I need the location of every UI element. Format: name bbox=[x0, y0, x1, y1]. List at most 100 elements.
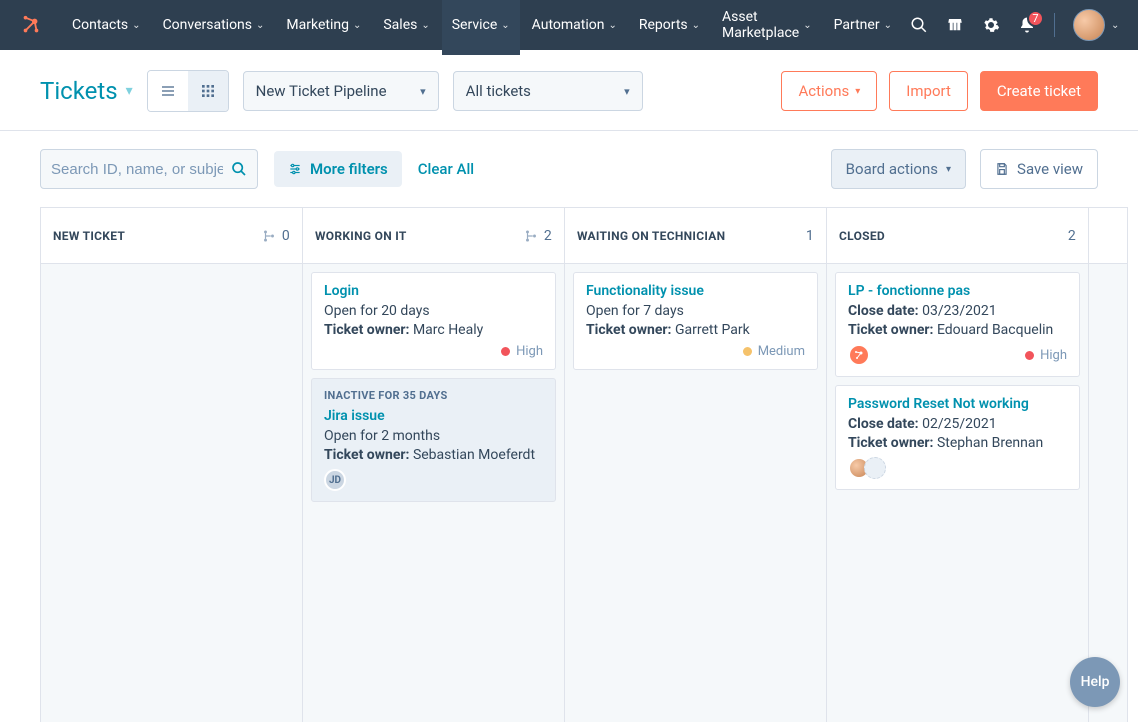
import-label: Import bbox=[906, 82, 951, 100]
board-actions-button[interactable]: Board actions ▾ bbox=[831, 149, 966, 189]
caret-down-icon: ▾ bbox=[624, 85, 630, 98]
help-button[interactable]: Help bbox=[1070, 657, 1120, 707]
column-body[interactable] bbox=[41, 264, 302, 280]
priority-high: High bbox=[501, 344, 543, 359]
ticket-owner: Ticket owner: Edouard Bacquelin bbox=[848, 322, 1067, 338]
card-footer: JD bbox=[324, 469, 543, 491]
account-menu[interactable]: ⌄ bbox=[1073, 9, 1119, 41]
ticket-owner: Ticket owner: Stephan Brennan bbox=[848, 435, 1067, 451]
nav-contacts[interactable]: Contacts ⌄ bbox=[62, 0, 151, 55]
priority-label: Medium bbox=[758, 344, 805, 359]
more-filters-button[interactable]: More filters bbox=[274, 151, 402, 187]
column-count-wrap: 0 bbox=[262, 228, 290, 244]
chevron-down-icon: ⌄ bbox=[256, 20, 264, 31]
nav-item-label: Partner bbox=[834, 17, 880, 33]
caret-down-icon: ▾ bbox=[420, 85, 426, 98]
ticket-title[interactable]: Login bbox=[324, 283, 543, 299]
view-toggle bbox=[147, 70, 229, 112]
nav-conversations[interactable]: Conversations ⌄ bbox=[153, 0, 275, 55]
nav-asset-marketplace[interactable]: Asset Marketplace⌄ bbox=[712, 0, 822, 55]
ticket-card[interactable]: LP - fonctionne pas Close date: 03/23/202… bbox=[835, 272, 1080, 377]
save-view-button[interactable]: Save view bbox=[980, 149, 1098, 189]
open-duration: Open for 2 months bbox=[324, 428, 543, 444]
nav-item-label: Marketing bbox=[286, 17, 349, 33]
ticket-title[interactable]: Password Reset Not working bbox=[848, 396, 1067, 412]
kanban-board: NEW TICKET0WORKING ON IT2LoginOpen for 2… bbox=[0, 207, 1138, 722]
board-view-button[interactable] bbox=[188, 71, 228, 111]
actions-button[interactable]: Actions ▾ bbox=[781, 71, 877, 111]
avatar-icon bbox=[864, 457, 886, 479]
ticket-card[interactable]: INACTIVE FOR 35 DAYS Jira issue Open for 2… bbox=[311, 378, 556, 502]
column-header: NEW TICKET0 bbox=[41, 208, 302, 264]
priority-dot-icon bbox=[743, 347, 752, 356]
column-body[interactable]: LoginOpen for 20 daysTicket owner: Marc … bbox=[303, 264, 564, 510]
avatar-icon bbox=[848, 344, 870, 366]
clear-all-button[interactable]: Clear All bbox=[418, 160, 474, 178]
search-icon bbox=[231, 161, 247, 177]
card-footer: High bbox=[324, 344, 543, 359]
column-body[interactable]: LP - fonctionne pas Close date: 03/23/202… bbox=[827, 264, 1088, 498]
inactive-label: INACTIVE FOR 35 DAYS bbox=[324, 389, 543, 402]
card-footer bbox=[848, 457, 1067, 479]
create-ticket-button[interactable]: Create ticket bbox=[980, 71, 1098, 111]
ticket-card[interactable]: Password Reset Not working Close date: 02… bbox=[835, 385, 1080, 490]
priority-dot-icon bbox=[501, 347, 510, 356]
column-title: WAITING ON TECHNICIAN bbox=[577, 229, 725, 243]
view-filter-select[interactable]: All tickets ▾ bbox=[453, 71, 643, 111]
close-date: Close date: 02/25/2021 bbox=[848, 416, 1067, 432]
nav-item-label: Contacts bbox=[72, 17, 128, 33]
marketplace-icon[interactable] bbox=[946, 16, 964, 34]
column-header: WAITING ON TECHNICIAN 1 bbox=[565, 208, 826, 264]
page-title-dropdown[interactable]: Tickets ▾ bbox=[40, 77, 133, 105]
search-icon[interactable] bbox=[910, 16, 928, 34]
chevron-down-icon: ⌄ bbox=[421, 20, 429, 31]
help-label: Help bbox=[1081, 674, 1110, 690]
ticket-owner: Ticket owner: Marc Healy bbox=[324, 322, 543, 338]
nav-service[interactable]: Service⌄ bbox=[442, 0, 520, 55]
column-closed: CLOSED2 LP - fonctionne pas Close date: 03… bbox=[826, 207, 1088, 722]
list-view-button[interactable] bbox=[148, 71, 188, 111]
settings-gear-icon[interactable] bbox=[982, 16, 1000, 34]
more-filters-label: More filters bbox=[310, 160, 388, 178]
priority-medium: Medium bbox=[743, 344, 805, 359]
nav-partner[interactable]: Partner ⌄ bbox=[824, 0, 902, 55]
column-count: 2 bbox=[544, 228, 552, 244]
nav-marketing[interactable]: Marketing ⌄ bbox=[276, 0, 371, 55]
nav-item-label: Asset Marketplace bbox=[722, 9, 799, 41]
column-body[interactable]: Functionality issueOpen for 7 daysTicket… bbox=[565, 264, 826, 378]
column-count: 2 bbox=[1068, 228, 1076, 244]
card-footer: High bbox=[848, 344, 1067, 366]
ticket-card[interactable]: Functionality issueOpen for 7 daysTicket… bbox=[573, 272, 818, 370]
notifications-bell-icon[interactable]: 7 bbox=[1018, 16, 1036, 34]
column-new-ticket: NEW TICKET0 bbox=[40, 207, 302, 722]
pipeline-select[interactable]: New Ticket Pipeline ▾ bbox=[243, 71, 439, 111]
filter-bar: More filters Clear All Board actions ▾ S… bbox=[0, 131, 1138, 207]
ticket-card[interactable]: LoginOpen for 20 daysTicket owner: Marc … bbox=[311, 272, 556, 370]
caret-down-icon: ▾ bbox=[855, 86, 860, 97]
chevron-down-icon: ⌄ bbox=[692, 20, 700, 31]
caret-down-icon: ▾ bbox=[126, 83, 133, 99]
search-box[interactable] bbox=[40, 149, 258, 189]
nav-reports[interactable]: Reports⌄ bbox=[629, 0, 710, 55]
nav-automation[interactable]: Automation⌄ bbox=[522, 0, 627, 55]
chevron-down-icon: ⌄ bbox=[132, 20, 140, 31]
column-count: 1 bbox=[806, 228, 814, 244]
save-icon bbox=[995, 162, 1009, 176]
hubspot-logo-icon[interactable] bbox=[20, 13, 42, 37]
chevron-down-icon: ⌄ bbox=[884, 20, 892, 31]
search-input[interactable] bbox=[51, 161, 223, 178]
ticket-title[interactable]: Jira issue bbox=[324, 408, 543, 424]
chevron-down-icon: ⌄ bbox=[353, 20, 361, 31]
header-bar: Tickets ▾ New Ticket Pipeline ▾ All tick… bbox=[0, 50, 1138, 131]
ticket-title[interactable]: Functionality issue bbox=[586, 283, 805, 299]
column-header: CLOSED2 bbox=[827, 208, 1088, 264]
close-date: Close date: 03/23/2021 bbox=[848, 303, 1067, 319]
ticket-title[interactable]: LP - fonctionne pas bbox=[848, 283, 1067, 299]
user-avatar-icon bbox=[1073, 9, 1105, 41]
branch-icon bbox=[524, 229, 538, 243]
branch-icon bbox=[262, 229, 276, 243]
nav-sales[interactable]: Sales⌄ bbox=[373, 0, 439, 55]
page-title: Tickets bbox=[40, 77, 118, 105]
import-button[interactable]: Import bbox=[889, 71, 968, 111]
nav-item-label: Conversations bbox=[163, 17, 252, 33]
